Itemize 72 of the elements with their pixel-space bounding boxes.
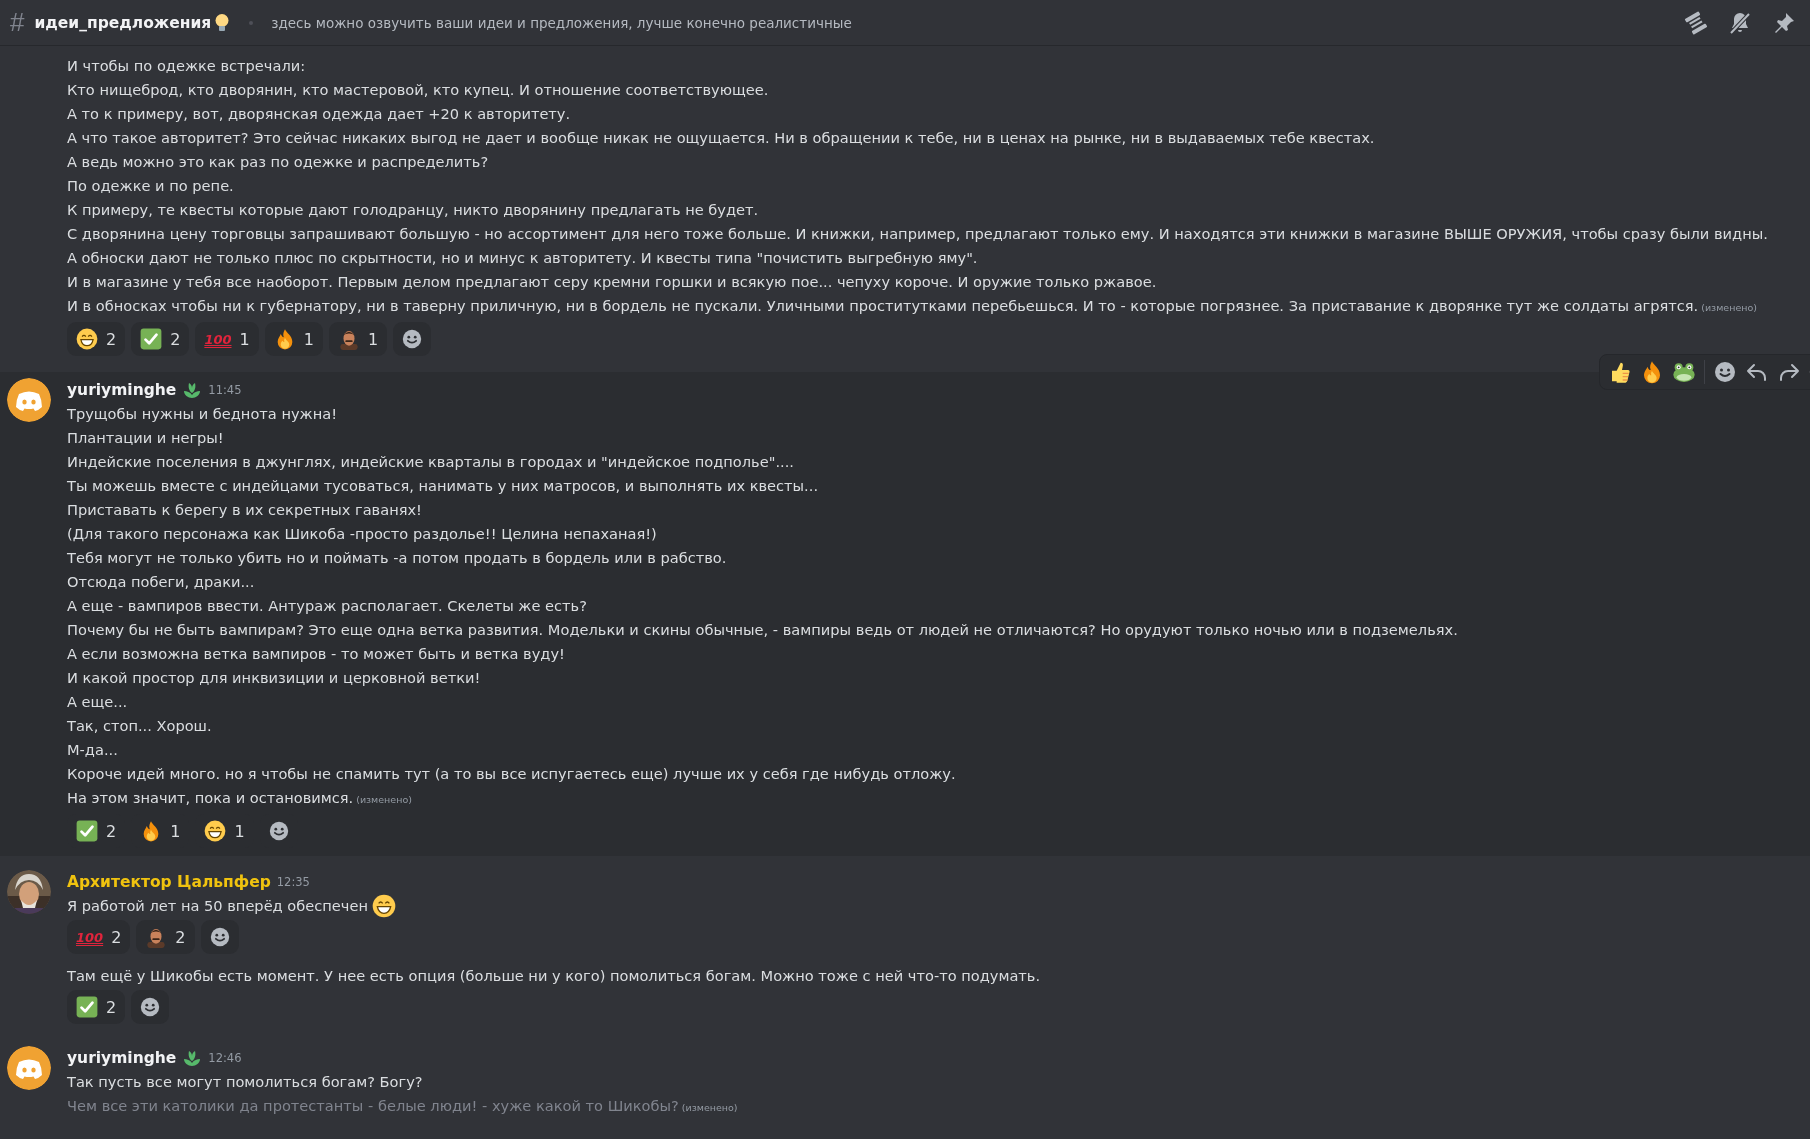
message-text: Кто нищеброд, кто дворянин, кто мастеровой, кто купец. И отношение соответствующее. — [67, 80, 769, 100]
grinning-face-icon — [371, 894, 396, 918]
message-text: (Для такого персонажа как Шикоба -просто раздолье!! Целина непаханая!) — [67, 524, 657, 544]
add-reaction-icon[interactable] — [1713, 360, 1737, 384]
message-text: Почему бы не быть вампирам? Это еще одна ветка развития. Модельки и скины обычные, - вампиры ведь от людей не отличаются? Но орудуют только ночью или в подземельях. — [67, 620, 1458, 640]
message-text: Тебя могут не только убить но и поймать -а потом продать в бордель или в рабство. — [67, 548, 727, 568]
message-text: М-да... — [67, 740, 118, 760]
message-text: А еще - вампиров ввести. Антураж располагает. Скелеты же есть? — [67, 596, 587, 616]
hundred-points-icon: 100 — [204, 332, 232, 346]
message-text: На этом значит, пока и остановимся. (изменено) — [67, 788, 412, 808]
message-text: С дворянина цену торговцы запрашивают большую - но ассортимент для него тоже больше. И книжки, например, предлагают только ему. И находятся эти книжки в магазине ВЫШЕ ОРУЖИЯ, чтобы сразу были видны. — [67, 224, 1768, 244]
message-text: Ты можешь вместе с индейцами тусоваться, нанимать у них матросов, и выполнять их квесты... — [67, 476, 818, 496]
message-text: Индейские поселения в джунглях, индейские кварталы в городах и "индейское подполье".... — [67, 452, 794, 472]
message-text: А что такое авторитет? Это сейчас никаких выгод не дает и вообще никак не ощущается. Ни в обращении к тебе, ни в ценах на рынке, ни в выдаваемых тебе квестах. — [67, 128, 1375, 148]
smiley-icon — [208, 926, 231, 948]
muted-bell-icon[interactable] — [1728, 10, 1752, 35]
check-mark-icon — [76, 820, 98, 842]
add-reaction-button[interactable] — [131, 990, 170, 1024]
add-reaction-button[interactable] — [393, 322, 432, 356]
message-text: Так пусть все могут помолиться богам? Богу? — [67, 1072, 423, 1092]
message-text: Трущобы нужны и беднота нужна! — [67, 404, 338, 424]
reaction-button[interactable]: 100 1 — [195, 322, 259, 356]
message-text: Так, стоп... Хорош. — [67, 716, 212, 736]
reaction-button[interactable]: 1 — [264, 322, 323, 356]
message-text: И чтобы по одежке встречали: — [67, 56, 306, 76]
message-text: Я работой лет на 50 вперёд обеспечен — [67, 896, 368, 916]
add-reaction-button[interactable] — [200, 920, 239, 954]
timestamp: 12:35 — [276, 875, 310, 889]
man-figure-icon — [145, 926, 168, 948]
channel-hash-icon: # — [10, 7, 25, 38]
timestamp: 12:46 — [208, 1051, 242, 1065]
message-text: Короче идей много. но я чтобы не спамить тут (а то вы все испугаетесь еще) лучше их у себя где нибудь отложу. — [67, 764, 956, 784]
message-text: Плантации и негры! — [67, 428, 224, 448]
threads-icon[interactable] — [1684, 10, 1708, 35]
reaction-button[interactable]: 2 — [136, 920, 195, 954]
hundred-points-icon: 100 — [76, 930, 104, 944]
grinning-face-icon — [204, 820, 227, 842]
timestamp: 11:45 — [208, 383, 242, 397]
avatar-icon[interactable] — [7, 378, 51, 422]
message-text: И какой простор для инквизиции и церковной ветки! — [67, 668, 481, 688]
message-text: А то к примеру, вот, дворянская одежда дает +20 к авторитету. — [67, 104, 571, 124]
message-text: Чем все эти католики да протестанты - белые люди! - хуже какой то Шикобы? (изменено) — [67, 1096, 738, 1116]
message-text: А ведь можно это как раз по одежке и распределить? — [67, 152, 489, 172]
check-mark-icon — [76, 996, 98, 1018]
message-text: Там ещё у Шикобы есть момент. У нее есть опция (больше ни у кого) помолиться богам. Можно тоже с ней что-то подумать. — [67, 966, 1041, 986]
message-text: И в магазине у тебя все наоборот. Первым делом предлагают серу кремни горшки и всякую пое... чепуху короче. И оружие только ржавое. — [67, 272, 1157, 292]
channel-name: идеи_предложения — [34, 13, 212, 32]
smiley-icon — [401, 328, 424, 350]
username[interactable]: yuriyminghe — [67, 1049, 177, 1067]
message-text: А если возможна ветка вампиров - то может быть и ветка вуду! — [67, 644, 565, 664]
reaction-button[interactable]: 2 — [67, 990, 126, 1024]
channel-topic: здесь можно озвучить ваши идеи и предложения, лучше конечно реалистичные — [271, 14, 853, 31]
message-text: Отсюда побеги, драки... — [67, 572, 255, 592]
frog-icon[interactable] — [1672, 360, 1696, 384]
reaction-button[interactable]: 2 — [131, 322, 190, 356]
message-text: А еще... — [67, 692, 128, 712]
reaction-button[interactable]: 1 — [328, 322, 388, 356]
message-text: Приставать к берегу в их секретных гаванях! — [67, 500, 422, 520]
smiley-icon — [267, 820, 290, 842]
check-mark-icon — [140, 328, 163, 350]
reaction-button[interactable]: 100 2 — [67, 920, 131, 954]
message-text: А обноски дают не только плюс по скрытности, но и минус к авторитету. И квесты типа "почистить выгребную яму". — [67, 248, 978, 268]
message-text: К примеру, те квесты которые дают голодранцу, никто дворянину предлагать не будет. — [67, 200, 759, 220]
grinning-face-icon — [76, 328, 98, 350]
username[interactable]: Архитектор Цальпфер — [67, 873, 271, 891]
smiley-icon — [139, 996, 162, 1018]
message-text: И в обносках чтобы ни к губернатору, ни в таверну приличную, ни в бордель не пускали. Уличными проститутками перебьешься. И то - которые погрязнее. За приставание к дворянке тут же солдаты агрятся. (изменено) — [67, 296, 1757, 316]
message-text: По одежке и по репе. — [67, 176, 234, 196]
username[interactable]: yuriyminghe — [67, 381, 177, 399]
man-figure-icon — [337, 328, 360, 350]
reaction-button[interactable]: 2 — [67, 322, 126, 356]
avatar-icon[interactable] — [7, 1046, 51, 1090]
